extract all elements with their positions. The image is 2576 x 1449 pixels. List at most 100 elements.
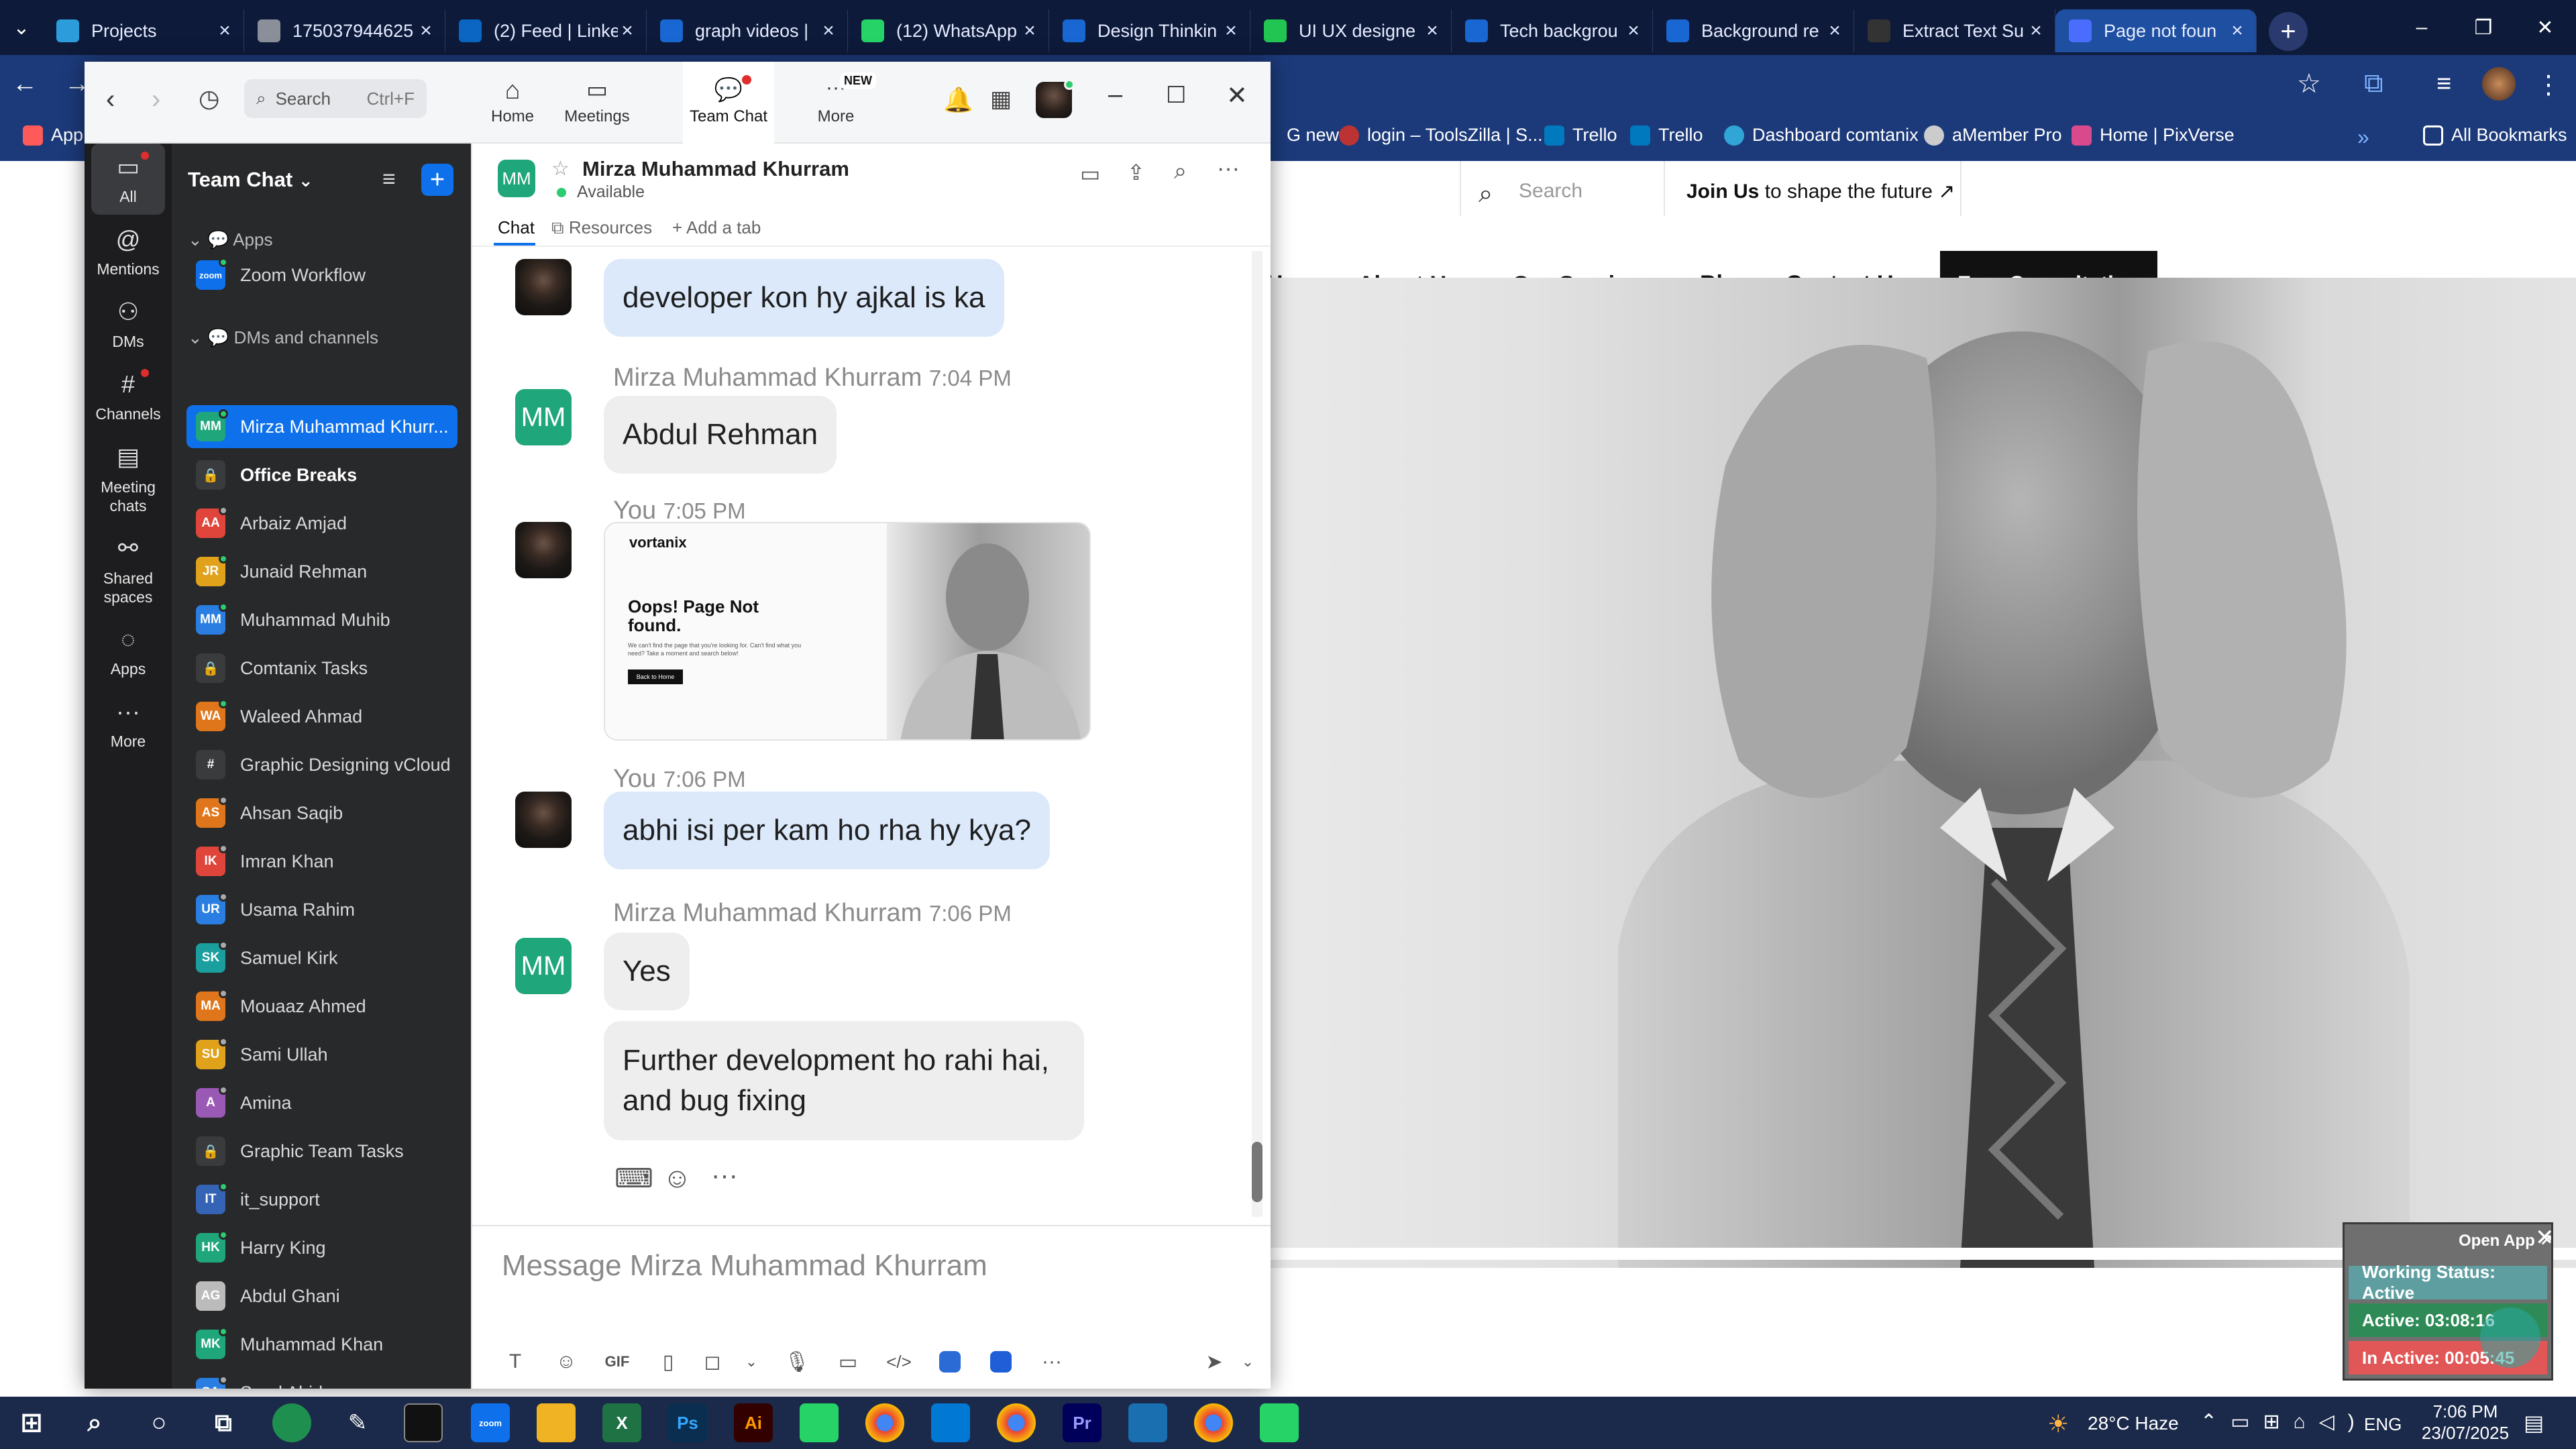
microphone-icon[interactable]: 🎙 [771,1350,822,1374]
close-tab-icon[interactable]: × [2228,19,2247,42]
send-icon[interactable]: ➤ [1194,1350,1234,1374]
message-bubble[interactable]: Further development ho rahi hai, and bug… [604,1021,1084,1140]
illustrator-icon[interactable]: Ai [734,1403,773,1442]
close-tab-icon[interactable]: × [1020,19,1039,42]
browser-tab[interactable]: UI UX designe × [1250,9,1452,52]
contact-name[interactable]: Mirza Muhammad Khurram [582,157,849,181]
code-snippet-icon[interactable]: </> [873,1352,924,1373]
minimize-icon[interactable]: – [2391,0,2453,55]
contact-avatar[interactable]: MM [498,160,535,197]
scrollbar-track[interactable] [1252,251,1263,1217]
list-item-contact[interactable]: AS Ahsan Saqib [186,792,458,835]
app-icon[interactable] [800,1403,839,1442]
history-icon[interactable]: ◷ [199,85,219,113]
bookmark-pixverse[interactable]: Home | PixVerse [2072,125,2235,146]
zoom-search-input[interactable]: ⌕ Search Ctrl+F [244,79,427,118]
close-tab-icon[interactable]: × [1423,19,1442,42]
message-bubble[interactable]: Abdul Rehman [604,396,837,474]
list-item-contact[interactable]: SU Sami Ullah [186,1033,458,1076]
more-actions-icon[interactable]: ··· [711,1161,738,1191]
search-icon[interactable]: ⌕ [1174,158,1187,184]
browser-tab[interactable]: Page not foun × [2055,9,2257,52]
photoshop-icon[interactable]: Ps [668,1403,707,1442]
profile-avatar[interactable] [2482,67,2516,101]
cortana-icon[interactable]: ○ [140,1403,178,1442]
close-tab-icon[interactable]: × [417,19,435,42]
tab-more[interactable]: ··· NEW More [796,72,876,126]
browser-tab[interactable]: (12) WhatsApp × [848,9,1049,52]
list-item-contact[interactable]: # Graphic Designing vCloud [186,743,458,786]
list-item-contact[interactable]: MA Mouaaz Ahmed [186,985,458,1028]
video-call-icon[interactable]: ▭ [1080,161,1100,186]
weather-text[interactable]: 28°C Haze [2088,1413,2179,1434]
browser-menu-icon[interactable]: ⋮ [2536,70,2561,100]
more-options-icon[interactable]: ··· [1026,1350,1077,1373]
restore-icon[interactable]: ❐ [2453,0,2514,55]
scrollbar-thumb[interactable] [1252,1142,1263,1202]
notifications-icon[interactable]: ▤ [2524,1410,2544,1436]
close-tab-icon[interactable]: × [819,19,838,42]
bookmark-g-new[interactable]: G new [1287,125,1339,146]
language-indicator[interactable]: ENG [2364,1414,2402,1435]
share-screen-icon[interactable]: ⇪ [1127,160,1145,185]
bookmark-star-icon[interactable]: ☆ [2297,68,2321,99]
rail-all[interactable]: ▭ All [85,152,172,206]
list-item-contact[interactable]: WA Waleed Ahmad [186,695,458,738]
emoji-icon[interactable]: ☺ [541,1350,592,1373]
site-search-input[interactable]: Search [1519,180,1582,203]
rail-mentions[interactable]: @ Mentions [85,224,172,278]
list-item-contact[interactable]: IT it_support [186,1178,458,1221]
close-tab-icon[interactable]: × [1222,19,1240,42]
excel-icon[interactable]: X [602,1403,641,1442]
message-bubble[interactable]: developer kon hy ajkal is ka [604,259,1004,337]
text-format-icon[interactable]: T [490,1350,541,1373]
list-item-contact[interactable]: 🔒 Comtanix Tasks [186,647,458,690]
rail-more[interactable]: ··· More [85,696,172,751]
list-item-contact[interactable]: SA Saad Abid [186,1371,458,1389]
tab-meetings[interactable]: ▭ Meetings [557,76,637,126]
section-apps[interactable]: ⌄ 💬 Apps [188,229,272,250]
calendar-icon[interactable]: ▦ [990,86,1012,113]
chevron-down-icon[interactable]: ⌄ [1234,1353,1261,1371]
browser-tab[interactable]: Extract Text Su × [1854,9,2055,52]
section-dms-channels[interactable]: ⌄ 💬 DMs and channels [188,327,378,348]
tab-team-chat[interactable]: 💬 Team Chat [683,62,774,144]
extensions-icon[interactable]: ⧉ [2364,68,2383,99]
windows-start-icon[interactable]: ⊞ [12,1403,51,1442]
terminal-icon[interactable] [404,1403,443,1442]
chrome-icon[interactable] [865,1403,904,1442]
close-icon[interactable]: ✕ [2535,1224,2555,1251]
list-item-contact[interactable]: MM Muhammad Muhib [186,598,458,641]
rail-apps[interactable]: ◌ Apps [85,624,172,678]
app-icon[interactable] [1128,1403,1167,1442]
app-icon[interactable] [924,1351,975,1373]
list-item-contact[interactable]: AA Arbaiz Amjad [186,502,458,545]
floating-bubble[interactable] [2480,1307,2540,1368]
list-item-zoom-workflow[interactable]: zoom Zoom Workflow [186,254,458,297]
add-reaction-icon[interactable]: ☺ [663,1162,692,1194]
list-item-contact[interactable]: IK Imran Khan [186,840,458,883]
new-chat-button[interactable]: + [421,164,453,196]
system-tray-icons[interactable]: ⌃▭⊞⌂◁) [2200,1410,2368,1434]
close-icon[interactable]: ✕ [1226,80,1248,111]
list-item-contact[interactable]: AG Abdul Ghani [186,1275,458,1318]
list-item-contact[interactable]: SK Samuel Kirk [186,936,458,979]
back-arrow-icon[interactable]: ← [12,70,38,99]
close-tab-icon[interactable]: × [1825,19,1844,42]
bookmark-apps[interactable]: App [23,125,83,146]
join-us-link[interactable]: Join Us to shape the future ↗ [1686,180,1955,203]
close-tab-icon[interactable]: × [618,19,637,42]
all-bookmarks[interactable]: All Bookmarks [2423,125,2567,146]
list-item-contact[interactable]: MK Muhammad Khan [186,1323,458,1366]
bookmark-amember[interactable]: aMember Pro [1924,125,2062,146]
rail-channels[interactable]: # Channels [85,369,172,423]
star-icon[interactable]: ☆ [551,157,570,180]
file-explorer-icon[interactable] [537,1403,576,1442]
list-item-contact[interactable]: JR Junaid Rehman [186,550,458,593]
screenshot-icon[interactable]: ◻ [694,1350,731,1374]
list-item-contact[interactable]: UR Usama Rahim [186,888,458,931]
user-avatar[interactable] [1036,79,1075,118]
message-bubble[interactable]: Yes [604,932,690,1010]
chrome-icon[interactable] [1194,1403,1233,1442]
edge-icon[interactable] [272,1403,311,1442]
